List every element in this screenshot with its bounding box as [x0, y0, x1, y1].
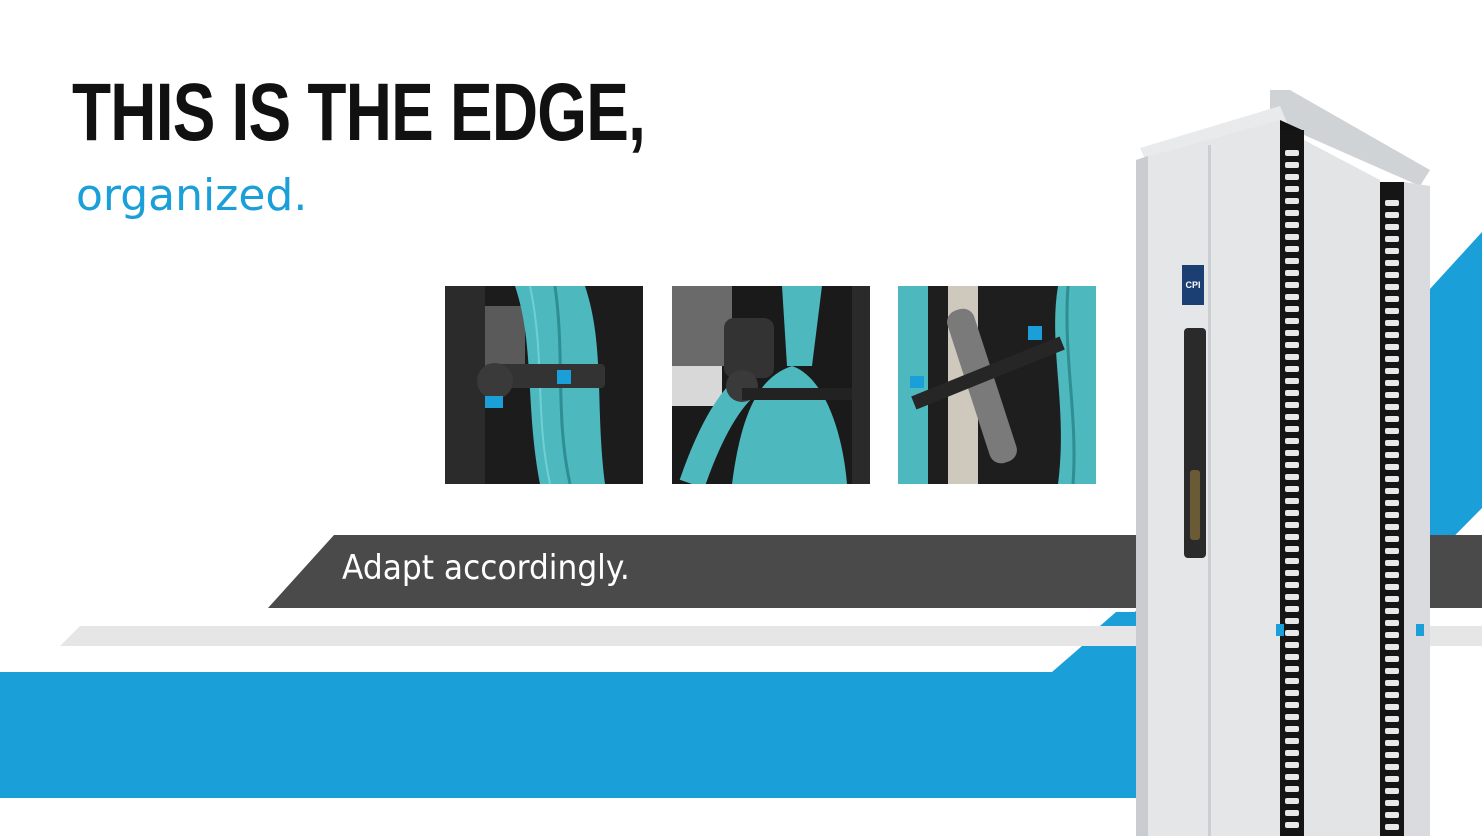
product-photo-3 [898, 286, 1096, 484]
svg-text:CPI: CPI [1185, 280, 1200, 290]
headline: THIS IS THE EDGE, [72, 67, 646, 158]
bottom-blue-band [0, 672, 1190, 798]
subheadline: organized. [76, 170, 308, 221]
rack-product-image: CPI [1136, 90, 1430, 836]
product-photo-1 [445, 286, 643, 484]
product-photo-2 [672, 286, 870, 484]
banner-text: Adapt accordingly. [342, 548, 630, 588]
